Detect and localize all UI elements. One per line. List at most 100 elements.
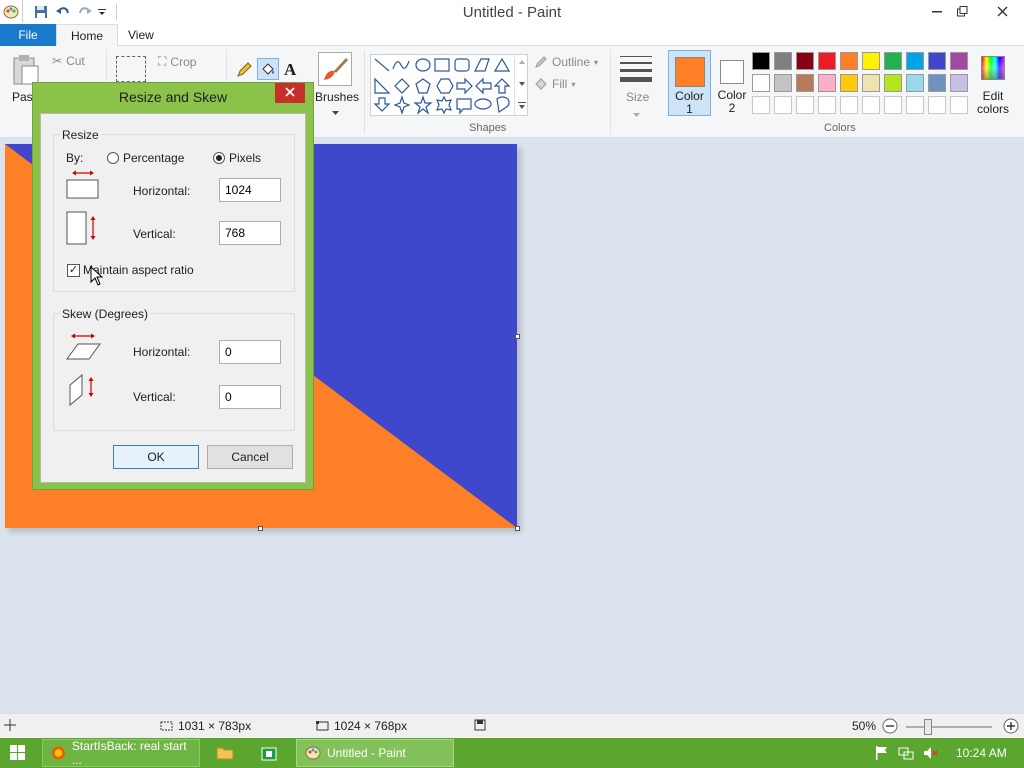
- tab-home[interactable]: Home: [56, 24, 119, 47]
- palette-swatch[interactable]: [840, 74, 858, 92]
- maintain-aspect-checkbox[interactable]: ✓: [67, 264, 80, 277]
- resize-handle-bottom[interactable]: [258, 526, 263, 531]
- palette-swatch[interactable]: [840, 52, 858, 70]
- percentage-radio[interactable]: [107, 152, 119, 164]
- palette-swatch[interactable]: [906, 74, 924, 92]
- taskbar-store[interactable]: [250, 739, 288, 767]
- tab-view[interactable]: View: [114, 24, 168, 46]
- resize-handle-right[interactable]: [515, 334, 520, 339]
- close-window-button[interactable]: [982, 0, 1022, 22]
- pencil-icon[interactable]: [236, 62, 252, 81]
- palette-swatch[interactable]: [884, 74, 902, 92]
- mouse-cursor-icon: [90, 265, 104, 289]
- palette-swatch[interactable]: [774, 74, 792, 92]
- palette-swatch[interactable]: [796, 74, 814, 92]
- start-button[interactable]: [10, 745, 26, 764]
- resize-handle-corner[interactable]: [515, 526, 520, 531]
- skew-legend: Skew (Degrees): [60, 307, 151, 321]
- taskbar-paint-label: Untitled - Paint: [327, 746, 406, 760]
- palette-custom-slot[interactable]: [818, 96, 836, 114]
- chevron-down-icon[interactable]: [332, 104, 339, 118]
- palette-swatch[interactable]: [950, 74, 968, 92]
- color2-button[interactable]: Color 2: [713, 50, 751, 116]
- paint-app-icon[interactable]: [0, 1, 22, 23]
- colors-group-label: Colors: [824, 122, 856, 134]
- skew-vertical-input[interactable]: [219, 385, 281, 409]
- palette-swatch[interactable]: [862, 74, 880, 92]
- undo-icon[interactable]: [52, 1, 74, 23]
- outline-chevron-icon: ▾: [594, 57, 599, 67]
- palette-custom-slot[interactable]: [906, 96, 924, 114]
- taskbar-explorer[interactable]: [206, 739, 244, 767]
- skew-horizontal-label: Horizontal:: [133, 345, 191, 359]
- palette-swatch[interactable]: [906, 52, 924, 70]
- palette-custom-slot[interactable]: [884, 96, 902, 114]
- palette-swatch[interactable]: [818, 74, 836, 92]
- palette-swatch[interactable]: [862, 52, 880, 70]
- zoom-out-button[interactable]: [882, 718, 898, 734]
- pixels-label[interactable]: Pixels: [229, 151, 261, 165]
- resize-horizontal-input[interactable]: [219, 178, 281, 202]
- tab-file[interactable]: File: [0, 24, 56, 46]
- edit-colors-button[interactable]: Edit colors: [976, 54, 1010, 116]
- image-size-icon: [316, 721, 329, 731]
- palette-custom-slot[interactable]: [862, 96, 880, 114]
- dialog-title: Resize and Skew: [118, 89, 228, 105]
- text-tool-icon[interactable]: A: [284, 60, 296, 80]
- pixels-radio[interactable]: [213, 152, 225, 164]
- dialog-close-button[interactable]: [275, 83, 305, 103]
- shapes-scroll[interactable]: [514, 54, 528, 116]
- skew-horizontal-input[interactable]: [219, 340, 281, 364]
- cancel-button[interactable]: Cancel: [207, 445, 293, 469]
- resize-horizontal-icon: [66, 168, 100, 205]
- size-chevron-icon[interactable]: [633, 106, 640, 120]
- network-icon[interactable]: [898, 745, 914, 761]
- edit-colors-label-2: colors: [976, 102, 1009, 116]
- skew-vertical-label: Vertical:: [133, 390, 176, 404]
- palette-swatch[interactable]: [884, 52, 902, 70]
- palette-custom-slot[interactable]: [796, 96, 814, 114]
- crop-button[interactable]: ⛶ Crop: [158, 54, 196, 69]
- brushes-button[interactable]: [318, 52, 352, 86]
- cut-button[interactable]: ✂ Cut: [52, 54, 85, 68]
- save-icon[interactable]: [30, 1, 52, 23]
- zoom-in-button[interactable]: [1003, 718, 1019, 734]
- firefox-icon: [51, 746, 65, 760]
- dialog-body: Resize By: Percentage Pixels Horizontal:…: [40, 113, 306, 483]
- palette-swatch[interactable]: [818, 52, 836, 70]
- taskbar-firefox[interactable]: StartIsBack: real start ...: [42, 739, 200, 767]
- ok-button[interactable]: OK: [113, 445, 199, 469]
- zoom-slider[interactable]: [906, 726, 992, 728]
- palette-custom-slot[interactable]: [928, 96, 946, 114]
- fill-label: Fill: [552, 77, 568, 91]
- palette-swatch[interactable]: [796, 52, 814, 70]
- customize-toolbar-icon[interactable]: [94, 1, 110, 23]
- percentage-label[interactable]: Percentage: [123, 151, 184, 165]
- palette-swatch[interactable]: [928, 74, 946, 92]
- color1-button[interactable]: Color 1: [668, 50, 711, 116]
- palette-swatch[interactable]: [752, 74, 770, 92]
- skew-group: [53, 313, 295, 431]
- palette-custom-slot[interactable]: [840, 96, 858, 114]
- flag-icon[interactable]: [874, 745, 890, 761]
- outline-button[interactable]: Outline ▾: [534, 55, 598, 69]
- palette-custom-slot[interactable]: [774, 96, 792, 114]
- zoom-slider-thumb[interactable]: [924, 719, 932, 735]
- select-button[interactable]: [116, 56, 146, 82]
- palette-swatch[interactable]: [752, 52, 770, 70]
- resize-vertical-input[interactable]: [219, 221, 281, 245]
- shapes-gallery-icons[interactable]: [371, 55, 529, 117]
- size-button[interactable]: [620, 54, 652, 87]
- palette-swatch[interactable]: [774, 52, 792, 70]
- restore-button[interactable]: [945, 0, 979, 22]
- palette-custom-slot[interactable]: [950, 96, 968, 114]
- volume-muted-icon[interactable]: [922, 745, 938, 761]
- redo-icon[interactable]: [74, 1, 96, 23]
- skew-vertical-icon: [68, 373, 100, 410]
- palette-swatch[interactable]: [928, 52, 946, 70]
- taskbar-paint[interactable]: Untitled - Paint: [296, 739, 454, 767]
- palette-swatch[interactable]: [950, 52, 968, 70]
- fill-button[interactable]: Fill ▾: [534, 77, 575, 91]
- palette-custom-slot[interactable]: [752, 96, 770, 114]
- fill-bucket-icon[interactable]: [257, 58, 279, 80]
